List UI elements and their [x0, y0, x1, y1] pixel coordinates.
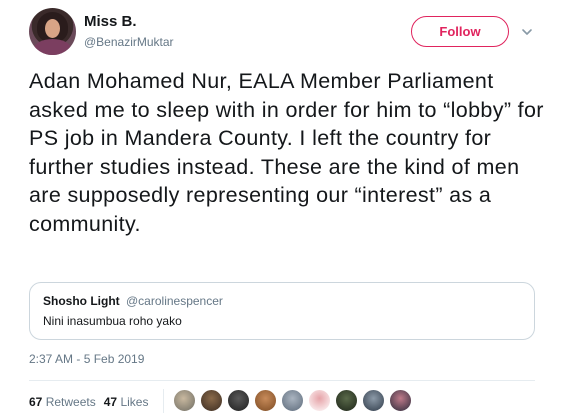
liker-avatar[interactable] — [335, 389, 358, 412]
liker-avatar[interactable] — [308, 389, 331, 412]
quoted-tweet[interactable]: Shosho Light @carolinespencer Nini inasu… — [29, 282, 535, 340]
liker-avatar[interactable] — [200, 389, 223, 412]
likes-stat[interactable]: 47 Likes — [104, 395, 149, 409]
retweets-stat[interactable]: 67 Retweets — [29, 395, 96, 409]
stats-divider — [163, 389, 164, 413]
author-handle[interactable]: @BenazirMuktar — [84, 35, 174, 49]
quote-text: Nini inasumbua roho yako — [43, 314, 182, 328]
likes-count: 47 — [103, 395, 118, 409]
liker-avatar[interactable] — [362, 389, 385, 412]
liker-avatar[interactable] — [281, 389, 304, 412]
follow-button[interactable]: Follow — [411, 16, 509, 47]
tweet-timestamp[interactable]: 2:37 AM - 5 Feb 2019 — [29, 352, 144, 366]
liker-avatars — [173, 389, 416, 412]
divider — [29, 380, 535, 381]
liker-avatar[interactable] — [173, 389, 196, 412]
retweets-count: 67 — [29, 395, 43, 409]
retweets-label: Retweets — [45, 395, 96, 409]
author-name[interactable]: Miss B. — [84, 13, 137, 30]
likes-label: Likes — [120, 395, 149, 409]
quote-author-name: Shosho Light — [43, 294, 120, 308]
engagement-stats: 67 Retweets 47 Likes — [29, 395, 160, 409]
liker-avatar[interactable] — [227, 389, 250, 412]
chevron-down-icon[interactable] — [521, 26, 533, 38]
tweet-text: Adan Mohamed Nur, EALA Member Parliament… — [29, 69, 544, 236]
liker-avatar[interactable] — [254, 389, 277, 412]
liker-avatar[interactable] — [389, 389, 412, 412]
quote-author-handle: @carolinespencer — [126, 294, 223, 308]
author-avatar[interactable] — [29, 8, 76, 55]
